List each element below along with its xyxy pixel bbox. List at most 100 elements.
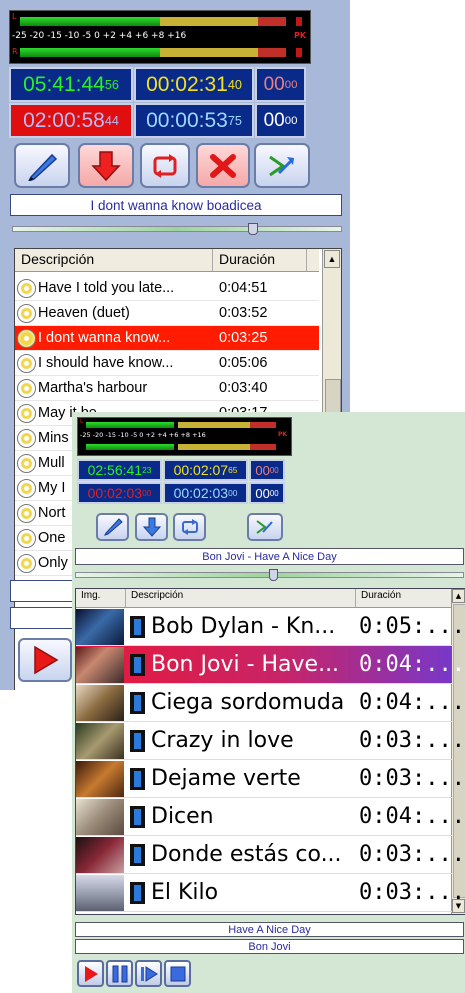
vu-left-bar-green [86,422,174,428]
move-down-button[interactable] [78,143,134,188]
film-icon [130,805,145,828]
list-item[interactable]: Martha's harbour 0:03:40 [15,376,319,401]
list-item[interactable]: Have I told you late... 0:04:51 [15,276,319,301]
vu-right-bar-green [20,48,160,57]
crossfade-button[interactable] [247,513,283,541]
list-item-title: Crazy in love [151,728,294,753]
position-slider[interactable] [12,223,342,235]
cd-icon [17,478,36,498]
vu-left-bar-red [258,17,286,26]
column-header-description[interactable]: Descripción [126,589,356,607]
play-icon [34,645,59,675]
film-icon [130,615,145,638]
column-header-duration[interactable]: Duración [356,589,452,607]
edit-button[interactable] [96,513,129,541]
list-item[interactable]: Donde estás co... 0:03:... [76,836,465,874]
crossfade-button[interactable] [254,143,310,188]
remove-button[interactable] [196,143,250,188]
vu-peak-right [296,48,302,57]
list-item[interactable]: Ciega sordomuda 0:04:... [76,684,465,722]
now-playing-title: I dont wanna know boadicea [10,194,342,216]
list-item[interactable]: Dicen 0:04:... [76,798,465,836]
film-icon [130,881,145,904]
timer-fraction: 00 [284,78,298,91]
list-item-title: Dejame verte [151,766,301,791]
video-thumbnail [76,798,124,835]
timer-track-remaining: 00:02:03 00 [163,482,248,504]
timer-fraction: 00 [142,488,152,498]
repeat-button[interactable] [173,513,206,541]
timer-value: 00:02:03 [173,485,229,501]
stop-icon [170,966,185,981]
position-slider-thumb[interactable] [269,569,278,581]
list-item-duration: 0:03:... [359,728,465,753]
column-header-image[interactable]: Img. [76,589,126,607]
repeat-icon [153,153,177,178]
list-item-selected[interactable]: Bon Jovi - Have... 0:04:... [76,646,465,684]
cd-icon [17,403,36,423]
list-item-title-cell: Ciega sordomuda [124,690,352,715]
list-item[interactable]: Dejame verte 0:03:... [76,760,465,798]
timer-value: 00 [263,109,285,131]
now-playing-title: Bon Jovi - Have A Nice Day [75,548,464,565]
list-item[interactable]: El Kilo 0:03:... [76,874,465,912]
film-icon [130,691,145,714]
timer-fraction: 44 [104,113,119,128]
cd-icon [17,553,36,573]
list-item-title: My I [38,480,66,496]
list-item[interactable]: Heaven (duet) 0:03:52 [15,301,319,326]
position-slider[interactable] [75,569,464,581]
scroll-up-button[interactable]: ▲ [452,589,465,603]
vu-peak-left [296,17,302,26]
column-header-duration[interactable]: Duración [213,249,307,271]
list-item-title-cell: Donde estás co... [124,842,352,867]
vu-left-bar-yellow [178,422,250,428]
pause-button[interactable] [106,960,133,987]
stop-button[interactable] [164,960,191,987]
edit-button[interactable] [14,143,70,188]
list-item-title: I dont wanna know... [38,330,171,346]
next-button[interactable] [135,960,162,987]
arrow-down-icon [91,150,121,181]
list-item[interactable]: Crazy in love 0:03:... [76,722,465,760]
play-button[interactable] [77,960,104,987]
film-icon [130,729,145,752]
list-item-title-cell: Heaven (duet) [15,303,213,323]
timer-fraction: 00 [269,465,279,475]
repeat-button[interactable] [140,143,190,188]
close-icon [210,153,236,178]
column-header-description[interactable]: Descripción [15,249,213,271]
playlist-header: Descripción Duración [15,249,319,272]
timer-elapsed-total: 02:56:41 23 [77,459,162,481]
move-down-button[interactable] [135,513,168,541]
list-item-title-cell: Bon Jovi - Have... [124,652,352,677]
timer-fraction: 00 [228,488,238,498]
vu-right-bar-red [258,48,286,57]
list-item-title-cell: Dejame verte [124,766,352,791]
timer-small-1: 00 00 [249,459,285,481]
list-item[interactable]: Bob Dylan - Kn... 0:05:... [76,608,465,646]
list-item-title: Have I told you late... [38,280,175,296]
timer-remaining-total: 00:02:03 00 [77,482,162,504]
vu-left-channel-label: L [12,12,17,21]
timer-value: 05:41:44 [23,72,105,96]
list-item-title: Heaven (duet) [38,305,130,321]
timer-value: 00:02:31 [146,72,228,96]
timer-fraction: 65 [228,465,238,475]
list-item-selected[interactable]: I dont wanna know... 0:03:25 [15,326,319,351]
list-item-title: Ciega sordomuda [151,690,345,715]
film-icon [130,653,145,676]
vu-meter: L -25 -20 -15 -10 -5 0 +2 +4 +6 +8 +16 P… [77,417,292,456]
play-button[interactable] [18,638,72,682]
position-slider-thumb[interactable] [248,223,258,235]
video-thumbnail [76,874,124,911]
crossfade-icon [269,155,295,176]
repeat-icon [181,519,198,535]
list-item[interactable]: I should have know... 0:05:06 [15,351,319,376]
cd-icon [17,503,36,523]
list-item-title: Bon Jovi - Have... [151,652,340,677]
list-item-title: Martha's harbour [38,380,148,396]
scroll-up-button[interactable]: ▲ [324,250,340,268]
cd-icon [17,328,36,348]
cd-icon [17,303,36,323]
